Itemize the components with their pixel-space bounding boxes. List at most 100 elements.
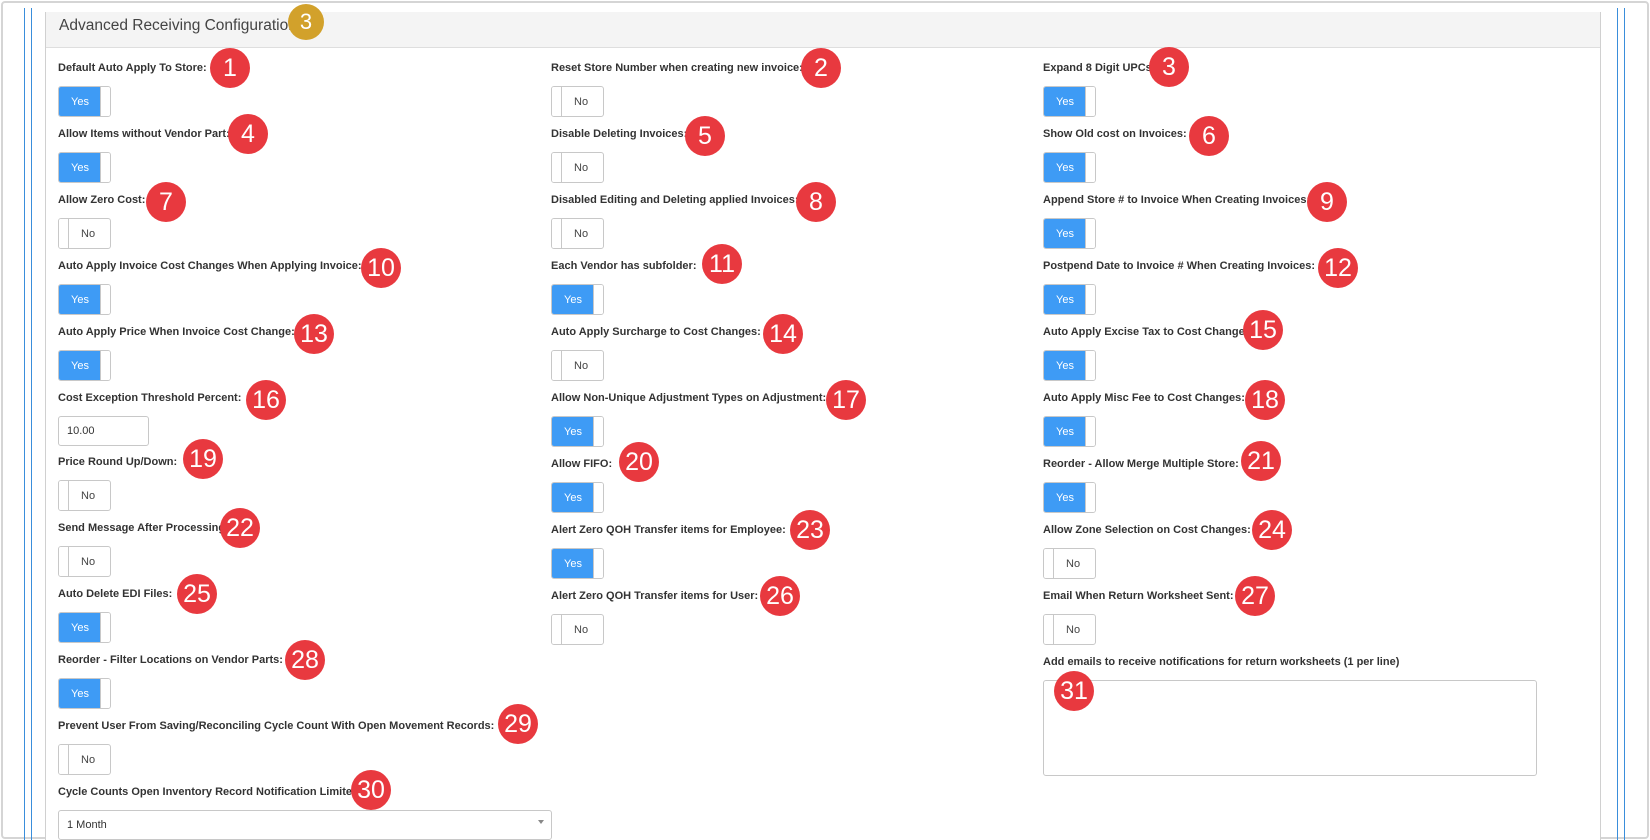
send-message-after-processing-toggle[interactable]: No <box>58 546 111 577</box>
annotation-badge: 15 <box>1243 310 1283 350</box>
field-label: Auto Apply Misc Fee to Cost Changes: <box>1043 392 1245 404</box>
allow-items-without-vendor-part-toggle[interactable]: Yes <box>58 152 111 183</box>
toggle-knob[interactable] <box>59 547 69 576</box>
toggle-state-text: Yes <box>71 359 89 372</box>
auto-apply-excise-tax-to-cost-changes-toggle[interactable]: Yes <box>1043 350 1096 381</box>
annotation-badge: 7 <box>146 182 186 222</box>
field-label: Cost Exception Threshold Percent: <box>58 392 242 404</box>
toggle-knob[interactable] <box>59 481 69 510</box>
toggle-knob[interactable] <box>100 613 110 642</box>
toggle-state-text: No <box>81 227 96 240</box>
toggle-knob[interactable] <box>552 351 562 380</box>
allow-non-unique-adjustment-types-on-adjustment-toggle[interactable]: Yes <box>551 416 604 447</box>
expand-8-digit-upcs-toggle[interactable]: Yes <box>1043 86 1096 117</box>
field-label: Allow Zero Cost: <box>58 194 146 206</box>
toggle-knob[interactable] <box>1085 351 1095 380</box>
auto-apply-price-when-invoice-cost-change-toggle[interactable]: Yes <box>58 350 111 381</box>
field-label: Prevent User From Saving/Reconciling Cyc… <box>58 720 495 732</box>
alert-zero-qoh-transfer-items-for-user-toggle[interactable]: No <box>551 614 604 645</box>
field-label: Disable Deleting Invoices: <box>551 128 688 140</box>
toggle-knob[interactable] <box>100 351 110 380</box>
left-border-line-1 <box>24 8 25 840</box>
field-label: Allow Non-Unique Adjustment Types on Adj… <box>551 392 827 404</box>
toggle-knob[interactable] <box>100 285 110 314</box>
annotation-badge: 21 <box>1241 441 1281 481</box>
toggle-knob[interactable] <box>552 87 562 116</box>
toggle-knob[interactable] <box>1085 285 1095 314</box>
toggle-knob[interactable] <box>59 745 69 774</box>
toggle-knob[interactable] <box>100 153 110 182</box>
toggle-state-text: No <box>574 623 589 636</box>
field-label: Show Old cost on Invoices: <box>1043 128 1187 140</box>
allow-zero-cost-toggle[interactable]: No <box>58 218 111 249</box>
field-label: Auto Apply Surcharge to Cost Changes: <box>551 326 761 338</box>
notification-emails-textarea[interactable] <box>1043 680 1537 776</box>
email-when-return-worksheet-sent-toggle[interactable]: No <box>1043 614 1096 645</box>
reorder-filter-locations-on-vendor-parts-toggle[interactable]: Yes <box>58 678 111 709</box>
toggle-state-text: Yes <box>1056 425 1074 438</box>
auto-apply-misc-fee-to-cost-changes-toggle[interactable]: Yes <box>1043 416 1096 447</box>
each-vendor-has-subfolder-toggle[interactable]: Yes <box>551 284 604 315</box>
toggle-knob[interactable] <box>552 153 562 182</box>
annotation-badge: 31 <box>1054 671 1094 711</box>
annotation-badge: 8 <box>796 182 836 222</box>
field-label: Send Message After Processing: <box>58 522 229 534</box>
annotation-badge: 25 <box>177 574 217 614</box>
auto-delete-edi-files-toggle[interactable]: Yes <box>58 612 111 643</box>
toggle-state-text: No <box>81 555 96 568</box>
reset-store-number-when-creating-new-invoice-toggle[interactable]: No <box>551 86 604 117</box>
toggle-knob[interactable] <box>1085 153 1095 182</box>
field-label: Auto Apply Price When Invoice Cost Chang… <box>58 326 295 338</box>
annotation-badge: 12 <box>1318 248 1358 288</box>
toggle-knob[interactable] <box>100 679 110 708</box>
allow-zone-selection-on-cost-changes-toggle[interactable]: No <box>1043 548 1096 579</box>
allow-fifo-toggle[interactable]: Yes <box>551 482 604 513</box>
annotation-badge: 29 <box>498 704 538 744</box>
toggle-state-text: Yes <box>564 557 582 570</box>
field-label: Auto Delete EDI Files: <box>58 588 173 600</box>
field-label: Each Vendor has subfolder: <box>551 260 697 272</box>
toggle-knob[interactable] <box>593 483 603 512</box>
toggle-knob[interactable] <box>59 219 69 248</box>
toggle-knob[interactable] <box>100 87 110 116</box>
reorder-allow-merge-multiple-store-toggle[interactable]: Yes <box>1043 482 1096 513</box>
toggle-knob[interactable] <box>593 417 603 446</box>
field-label: Default Auto Apply To Store: <box>58 62 207 74</box>
toggle-state-text: No <box>1066 557 1081 570</box>
toggle-state-text: Yes <box>1056 293 1074 306</box>
toggle-knob[interactable] <box>1085 483 1095 512</box>
toggle-knob[interactable] <box>593 285 603 314</box>
annotation-badge: 13 <box>294 314 334 354</box>
right-border-line-1 <box>1617 8 1618 840</box>
disable-deleting-invoices-toggle[interactable]: No <box>551 152 604 183</box>
annotation-badge: 19 <box>183 439 223 479</box>
auto-apply-surcharge-to-cost-changes-toggle[interactable]: No <box>551 350 604 381</box>
cost-exception-threshold-percent-input[interactable]: 10.00 <box>58 416 149 446</box>
annotation-badge: 10 <box>361 248 401 288</box>
cycle-counts-open-inventory-record-notification-limiter-select[interactable]: 1 Month <box>58 810 552 840</box>
field-label: Postpend Date to Invoice # When Creating… <box>1043 260 1315 272</box>
toggle-knob[interactable] <box>1044 549 1054 578</box>
show-old-cost-on-invoices-toggle[interactable]: Yes <box>1043 152 1096 183</box>
default-auto-apply-to-store-toggle[interactable]: Yes <box>58 86 111 117</box>
toggle-knob[interactable] <box>552 219 562 248</box>
annotation-badge: 26 <box>760 576 800 616</box>
annotation-badge: 23 <box>790 510 830 550</box>
postpend-date-to-invoice-when-creating-invoices-toggle[interactable]: Yes <box>1043 284 1096 315</box>
disabled-editing-and-deleting-applied-invoices-toggle[interactable]: No <box>551 218 604 249</box>
alert-zero-qoh-transfer-items-for-employee-toggle[interactable]: Yes <box>551 548 604 579</box>
toggle-knob[interactable] <box>1085 417 1095 446</box>
field-label: Expand 8 Digit UPCs: <box>1043 62 1156 74</box>
toggle-state-text: No <box>81 489 96 502</box>
append-store-to-invoice-when-creating-invoices-toggle[interactable]: Yes <box>1043 218 1096 249</box>
prevent-user-from-saving-reconciling-cycle-count-with-open-movement-records-toggle[interactable]: No <box>58 744 111 775</box>
toggle-knob[interactable] <box>1085 219 1095 248</box>
price-round-up-down-toggle[interactable]: No <box>58 480 111 511</box>
toggle-knob[interactable] <box>593 549 603 578</box>
toggle-knob[interactable] <box>1044 615 1054 644</box>
chevron-down-icon[interactable] <box>538 820 544 824</box>
toggle-knob[interactable] <box>552 615 562 644</box>
toggle-knob[interactable] <box>1085 87 1095 116</box>
auto-apply-invoice-cost-changes-when-applying-invoice-toggle[interactable]: Yes <box>58 284 111 315</box>
toggle-state-text: Yes <box>71 293 89 306</box>
